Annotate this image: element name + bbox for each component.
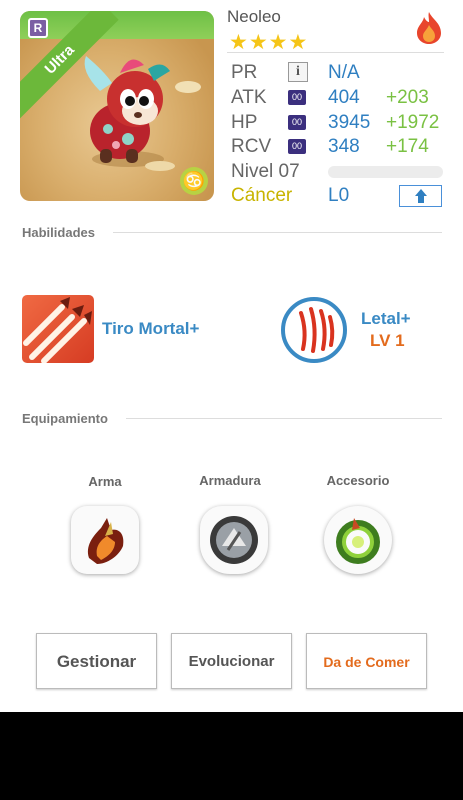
stat-label: RCV xyxy=(231,136,272,157)
stat-value: 404 xyxy=(328,87,360,108)
divider xyxy=(227,52,444,53)
stat-label: ATK xyxy=(231,87,267,108)
upgrade-button[interactable] xyxy=(399,185,442,207)
weapon-slot[interactable] xyxy=(71,506,139,574)
stat-value: 348 xyxy=(328,136,360,157)
rarity-icon: R xyxy=(28,18,48,38)
fire-element-icon xyxy=(417,12,441,44)
shield-armor-icon xyxy=(210,516,258,564)
stat-badge-icon: 00 xyxy=(288,115,306,130)
arrow-up-icon xyxy=(415,189,427,196)
cancer-zodiac-icon: ♋ xyxy=(180,167,208,195)
rock-decoration xyxy=(145,161,175,171)
claw-weapon-icon xyxy=(87,518,124,564)
sign-level-value: L0 xyxy=(328,185,350,206)
passive-skill-icon[interactable] xyxy=(281,297,347,363)
stat-label: PR xyxy=(231,62,258,83)
stat-bonus: +174 xyxy=(386,136,429,157)
stat-bonus: +1972 xyxy=(386,112,440,133)
equipment-section-title: Equipamiento xyxy=(22,411,108,426)
divider xyxy=(113,232,442,233)
manage-button[interactable]: Gestionar xyxy=(36,633,157,689)
level-label: Nivel 07 xyxy=(231,161,300,182)
info-icon[interactable]: i xyxy=(288,62,308,82)
stat-value: N/A xyxy=(328,62,360,83)
level-progress-bar xyxy=(328,166,443,178)
monster-name: Neoleo xyxy=(227,7,281,26)
monster-detail-screen: Ultra R ♋ Neoleo ★★★★ PR i N/A ATK 00 40… xyxy=(0,0,463,712)
wreath-accessory-icon xyxy=(336,518,380,564)
evolve-button[interactable]: Evolucionar xyxy=(171,633,292,689)
stat-row-pr: PR i N/A xyxy=(231,62,451,86)
accessory-label: Accesorio xyxy=(326,473,390,488)
stat-badge-icon: 00 xyxy=(288,139,306,154)
active-skill-icon[interactable] xyxy=(22,295,94,363)
passive-skill-level: LV 1 xyxy=(370,331,405,350)
stat-row-atk: ATK 00 404 +203 xyxy=(231,87,451,111)
skills-section-title: Habilidades xyxy=(22,225,95,240)
rock-decoration xyxy=(175,81,201,93)
divider xyxy=(126,418,442,419)
stat-value: 3945 xyxy=(328,112,371,133)
zodiac-sign-label: Cáncer xyxy=(231,185,293,206)
stat-row-rcv: RCV 00 348 +174 xyxy=(231,136,451,160)
stat-badge-icon: 00 xyxy=(288,90,306,105)
monster-portrait[interactable]: Ultra R ♋ xyxy=(20,11,214,201)
armor-slot[interactable] xyxy=(200,506,268,574)
active-skill-name[interactable]: Tiro Mortal+ xyxy=(102,319,199,339)
feed-button[interactable]: Da de Comer xyxy=(306,633,427,689)
claw-marks-icon xyxy=(299,307,335,353)
stat-label: HP xyxy=(231,112,258,133)
grass-decoration xyxy=(20,11,214,39)
accessory-slot[interactable] xyxy=(324,506,392,574)
weapon-label: Arma xyxy=(88,474,122,489)
triple-arrow-icon xyxy=(23,297,92,363)
stat-bonus: +203 xyxy=(386,87,429,108)
passive-skill-name[interactable]: Letal+ xyxy=(361,309,411,329)
armor-label: Armadura xyxy=(199,473,261,488)
stat-row-hp: HP 00 3945 +1972 xyxy=(231,112,451,136)
